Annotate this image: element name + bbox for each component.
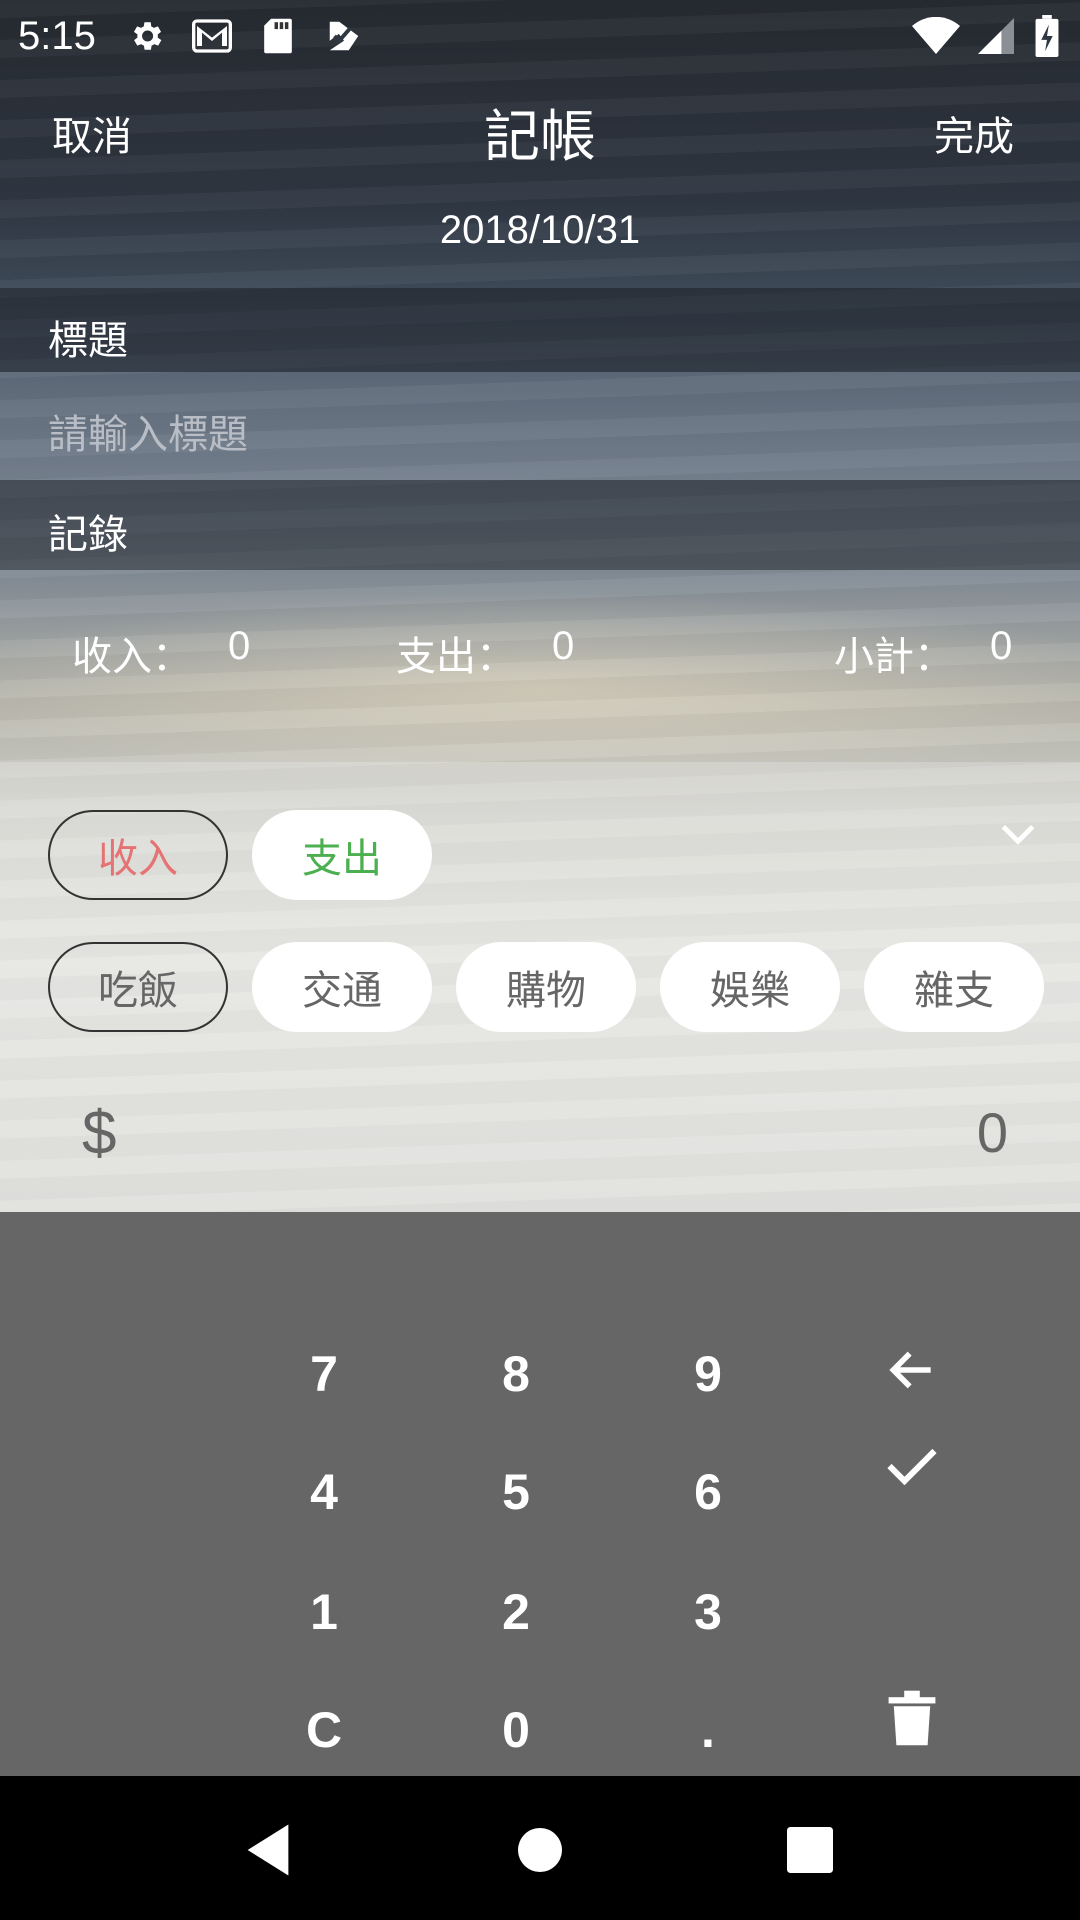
title-input[interactable]: 請輸入標題 [0, 372, 1080, 480]
system-navigation-bar [0, 1776, 1080, 1920]
category-chip-meal[interactable]: 吃飯 [48, 942, 228, 1032]
expense-summary-value: 0 [552, 624, 575, 668]
income-summary-label: 收入： [72, 634, 192, 680]
checkmark-app-icon [324, 16, 364, 56]
record-summary: 收入： 0 支出： 0 小計： 0 [0, 600, 1080, 696]
trash-icon[interactable] [842, 1668, 982, 1768]
title-input-placeholder: 請輸入標題 [48, 412, 248, 458]
key-2[interactable]: 2 [446, 1562, 586, 1662]
income-tab[interactable]: 收入 [48, 810, 228, 900]
numeric-keypad: 7 8 9 4 5 6 1 2 3 C 0 . [0, 1212, 1080, 1776]
confirm-check-icon[interactable] [842, 1416, 982, 1516]
status-bar: 5:15 [0, 0, 1080, 72]
app-header: 取消 記帳 完成 2018/10/31 [0, 72, 1080, 252]
subtotal-summary-label: 小計： [834, 634, 954, 680]
income-summary-value: 0 [228, 624, 251, 668]
amount-row: $ 0 [0, 1088, 1080, 1188]
key-0[interactable]: 0 [446, 1680, 586, 1780]
cellular-signal-icon [976, 16, 1016, 56]
page-title: 記帳 [484, 105, 596, 170]
category-chip-misc[interactable]: 雜支 [864, 942, 1044, 1032]
status-time: 5:15 [18, 13, 96, 58]
key-8[interactable]: 8 [446, 1324, 586, 1424]
expense-summary-label: 支出： [396, 634, 516, 680]
date-selector[interactable]: 2018/10/31 [0, 208, 1080, 253]
category-chip-entertainment[interactable]: 娛樂 [660, 942, 840, 1032]
subtotal-summary: 小計： 0 [834, 624, 1012, 682]
subtotal-summary-value: 0 [990, 624, 1013, 668]
sd-card-icon [258, 16, 298, 56]
backspace-arrow-icon[interactable] [842, 1320, 982, 1420]
key-6[interactable]: 6 [638, 1442, 778, 1542]
gmail-icon [191, 16, 232, 56]
income-summary: 收入： 0 [72, 624, 250, 682]
category-chip-shopping[interactable]: 購物 [456, 942, 636, 1032]
key-3[interactable]: 3 [638, 1562, 778, 1662]
nav-recents-icon[interactable] [770, 1810, 850, 1890]
key-7[interactable]: 7 [254, 1324, 394, 1424]
currency-symbol: $ [82, 1099, 117, 1168]
title-section-header: 標題 [0, 288, 1080, 372]
category-chip-transport[interactable]: 交通 [252, 942, 432, 1032]
nav-back-icon[interactable] [228, 1810, 308, 1890]
nav-home-icon[interactable] [500, 1810, 580, 1890]
entry-panel: 收入 支出 吃飯 交通 購物 娛樂 雜支 $ 0 [0, 762, 1080, 1212]
key-9[interactable]: 9 [638, 1324, 778, 1424]
wifi-icon [912, 16, 960, 56]
title-label: 標題 [48, 318, 128, 364]
key-decimal[interactable]: . [638, 1680, 778, 1780]
key-clear[interactable]: C [254, 1680, 394, 1780]
key-4[interactable]: 4 [254, 1442, 394, 1542]
key-1[interactable]: 1 [254, 1562, 394, 1662]
expense-tab[interactable]: 支出 [252, 810, 432, 900]
amount-display: 0 [976, 1101, 1008, 1164]
settings-icon [126, 16, 166, 56]
key-5[interactable]: 5 [446, 1442, 586, 1542]
done-button[interactable]: 完成 [934, 104, 1014, 162]
expense-summary: 支出： 0 [396, 624, 574, 682]
record-section-header: 記錄 [0, 480, 1080, 570]
record-label: 記錄 [48, 512, 128, 558]
battery-charging-icon [1032, 15, 1062, 57]
chevron-down-icon[interactable] [996, 812, 1040, 856]
